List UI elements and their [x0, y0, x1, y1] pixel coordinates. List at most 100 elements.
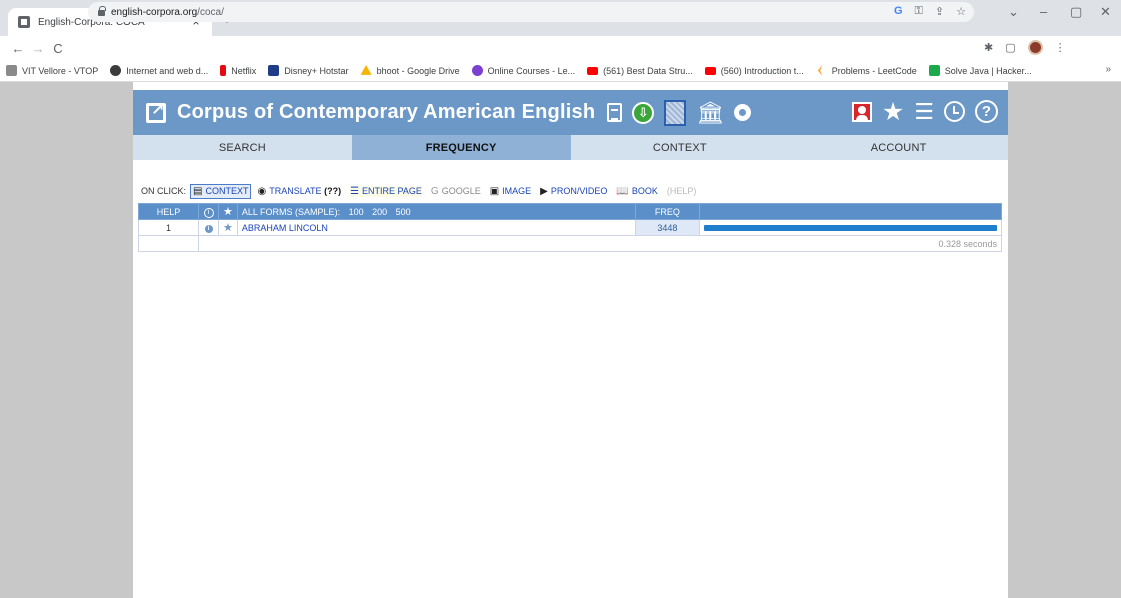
- image-icon: ▣: [489, 185, 500, 197]
- info-header: i: [198, 203, 219, 220]
- globe-icon: ◉: [257, 185, 267, 197]
- tab-frequency[interactable]: FREQUENCY: [351, 135, 571, 160]
- document-icon[interactable]: [607, 103, 623, 122]
- image-option[interactable]: ▣ IMAGE: [490, 186, 531, 197]
- results-table: HELP i ★ ALL FORMS (SAMPLE): 100 200 500…: [138, 203, 1003, 252]
- menu-kebab-icon[interactable]: ⋮: [1055, 41, 1066, 54]
- netflix-icon: [220, 65, 227, 76]
- page-content: Corpus of Contemporary American English …: [133, 82, 1008, 598]
- google-option[interactable]: G GOOGLE: [431, 186, 481, 197]
- footer-blank-cell: [138, 235, 199, 252]
- translate-option[interactable]: ◉ TRANSLATE (??): [257, 186, 341, 197]
- profile-avatar[interactable]: [1027, 40, 1043, 55]
- site-title[interactable]: Corpus of Contemporary American English: [177, 101, 595, 124]
- bar-header: [698, 203, 1003, 220]
- row-info-cell: i: [198, 219, 219, 236]
- hotstar-icon: [268, 65, 280, 76]
- google-translate-icon[interactable]: G: [894, 5, 903, 18]
- share-icon[interactable]: ⇪: [935, 5, 944, 18]
- video-icon: ▶: [540, 185, 548, 197]
- reload-icon[interactable]: C: [48, 41, 68, 56]
- bookmark-item[interactable]: VIT Vellore - VTOP: [6, 65, 98, 76]
- extensions-area: ✱ ▢ ⋮: [984, 40, 1066, 55]
- help-link[interactable]: (HELP): [667, 186, 697, 196]
- bookmark-star-icon[interactable]: ☆: [956, 5, 966, 18]
- bookmark-favicon-icon: [110, 65, 122, 76]
- bookmark-item[interactable]: bhoot - Google Drive: [360, 65, 460, 76]
- courses-icon: [471, 65, 483, 76]
- google-drive-icon: [360, 65, 372, 75]
- bookmarks-bar: VIT Vellore - VTOP Internet and web d...…: [0, 60, 1121, 82]
- extensions-puzzle-icon[interactable]: ✱: [984, 41, 993, 54]
- row-number: 1: [138, 219, 199, 236]
- restore-button[interactable]: ▢: [1070, 4, 1082, 20]
- sample-500-link[interactable]: 500: [396, 207, 411, 217]
- minimize-button[interactable]: –: [1040, 4, 1047, 19]
- row-star-icon[interactable]: ★: [223, 222, 233, 234]
- bookmark-item[interactable]: (561) Best Data Stru...: [587, 66, 693, 76]
- sample-200-link[interactable]: 200: [372, 207, 387, 217]
- back-arrow-icon[interactable]: ←: [8, 41, 28, 56]
- key-icon[interactable]: ⚿: [915, 5, 923, 18]
- page-favicon-icon: [18, 16, 30, 28]
- on-click-label: ON CLICK:: [141, 186, 187, 196]
- context-option[interactable]: ▤ CONTEXT: [190, 183, 252, 199]
- sample-100-link[interactable]: 100: [349, 207, 364, 217]
- youtube-icon: [704, 66, 716, 75]
- list-icon[interactable]: ☰: [914, 100, 934, 123]
- side-panel-icon[interactable]: ▢: [1005, 41, 1015, 54]
- forward-arrow-icon[interactable]: →: [28, 41, 48, 56]
- bookmark-item[interactable]: Solve Java | Hacker...: [928, 65, 1032, 76]
- tab-search-chevron-icon[interactable]: ⌄: [1008, 4, 1019, 20]
- book-icon: 📖: [616, 185, 629, 197]
- lock-icon: [98, 6, 106, 16]
- texture-icon[interactable]: [664, 99, 687, 126]
- table-row: 1 i ★ ABRAHAM LINCOLN 3448: [138, 219, 1003, 236]
- footer-row: 0.328 seconds: [138, 235, 1002, 252]
- info-icon[interactable]: i: [204, 225, 213, 233]
- bookmark-item[interactable]: Problems - LeetCode: [816, 65, 917, 76]
- bookmark-item[interactable]: Netflix: [220, 65, 256, 76]
- site-banner: Corpus of Contemporary American English …: [133, 90, 1008, 135]
- youtube-icon: [587, 66, 599, 75]
- close-window-button[interactable]: ✕: [1100, 4, 1111, 20]
- pron-video-option[interactable]: ▶ PRON/VIDEO: [540, 186, 607, 197]
- tab-account[interactable]: ACCOUNT: [789, 135, 1008, 160]
- museum-icon[interactable]: 🏛: [696, 101, 724, 124]
- bookmark-item[interactable]: Disney+ Hotstar: [268, 65, 349, 76]
- history-clock-icon[interactable]: [944, 101, 965, 122]
- row-bar-cell: [698, 219, 1003, 236]
- help-icon[interactable]: ?: [975, 100, 998, 123]
- row-word-link[interactable]: ABRAHAM LINCOLN: [236, 219, 636, 236]
- header-star-icon: ★: [223, 206, 233, 218]
- address-bar[interactable]: english-corpora.org/coca/ G ⚿ ⇪ ☆: [88, 2, 974, 22]
- tab-search[interactable]: SEARCH: [133, 135, 352, 160]
- context-doc-icon: ▤: [193, 185, 203, 197]
- tab-context[interactable]: CONTEXT: [571, 135, 790, 160]
- leetcode-icon: [817, 65, 823, 76]
- all-forms-header: ALL FORMS (SAMPLE): 100 200 500: [236, 203, 636, 220]
- external-link-icon[interactable]: [146, 100, 166, 123]
- row-freq[interactable]: 3448: [634, 219, 700, 236]
- help-header[interactable]: HELP: [138, 203, 199, 220]
- entire-page-option[interactable]: ☰ ENTIRE PAGE: [350, 185, 422, 197]
- google-icon: G: [430, 185, 439, 197]
- browser-toolbar: ← → C: [0, 36, 1121, 60]
- on-click-options: ON CLICK: ▤ CONTEXT ◉ TRANSLATE (??) ☰ ENTI…: [141, 183, 705, 199]
- url-text: english-corpora.org/coca/: [111, 6, 224, 18]
- info-outline-icon: i: [203, 207, 214, 218]
- corpus-icon[interactable]: [734, 104, 752, 121]
- frequency-bar: [703, 224, 997, 231]
- bookmarks-overflow-button[interactable]: »: [1105, 64, 1111, 75]
- main-nav: SEARCH FREQUENCY CONTEXT ACCOUNT: [133, 135, 1008, 160]
- bookmark-item[interactable]: Internet and web d...: [110, 65, 208, 76]
- lines-icon: ☰: [350, 185, 360, 197]
- freq-header: FREQ: [634, 203, 700, 220]
- book-option[interactable]: 📖 BOOK: [616, 186, 657, 197]
- download-icon[interactable]: ⇩: [632, 101, 655, 124]
- bookmark-item[interactable]: Online Courses - Le...: [471, 65, 575, 76]
- star-icon[interactable]: ★: [882, 99, 904, 124]
- bookmark-item[interactable]: (560) Introduction t...: [704, 66, 804, 76]
- row-star-cell: ★: [218, 219, 238, 236]
- user-icon[interactable]: [851, 101, 872, 122]
